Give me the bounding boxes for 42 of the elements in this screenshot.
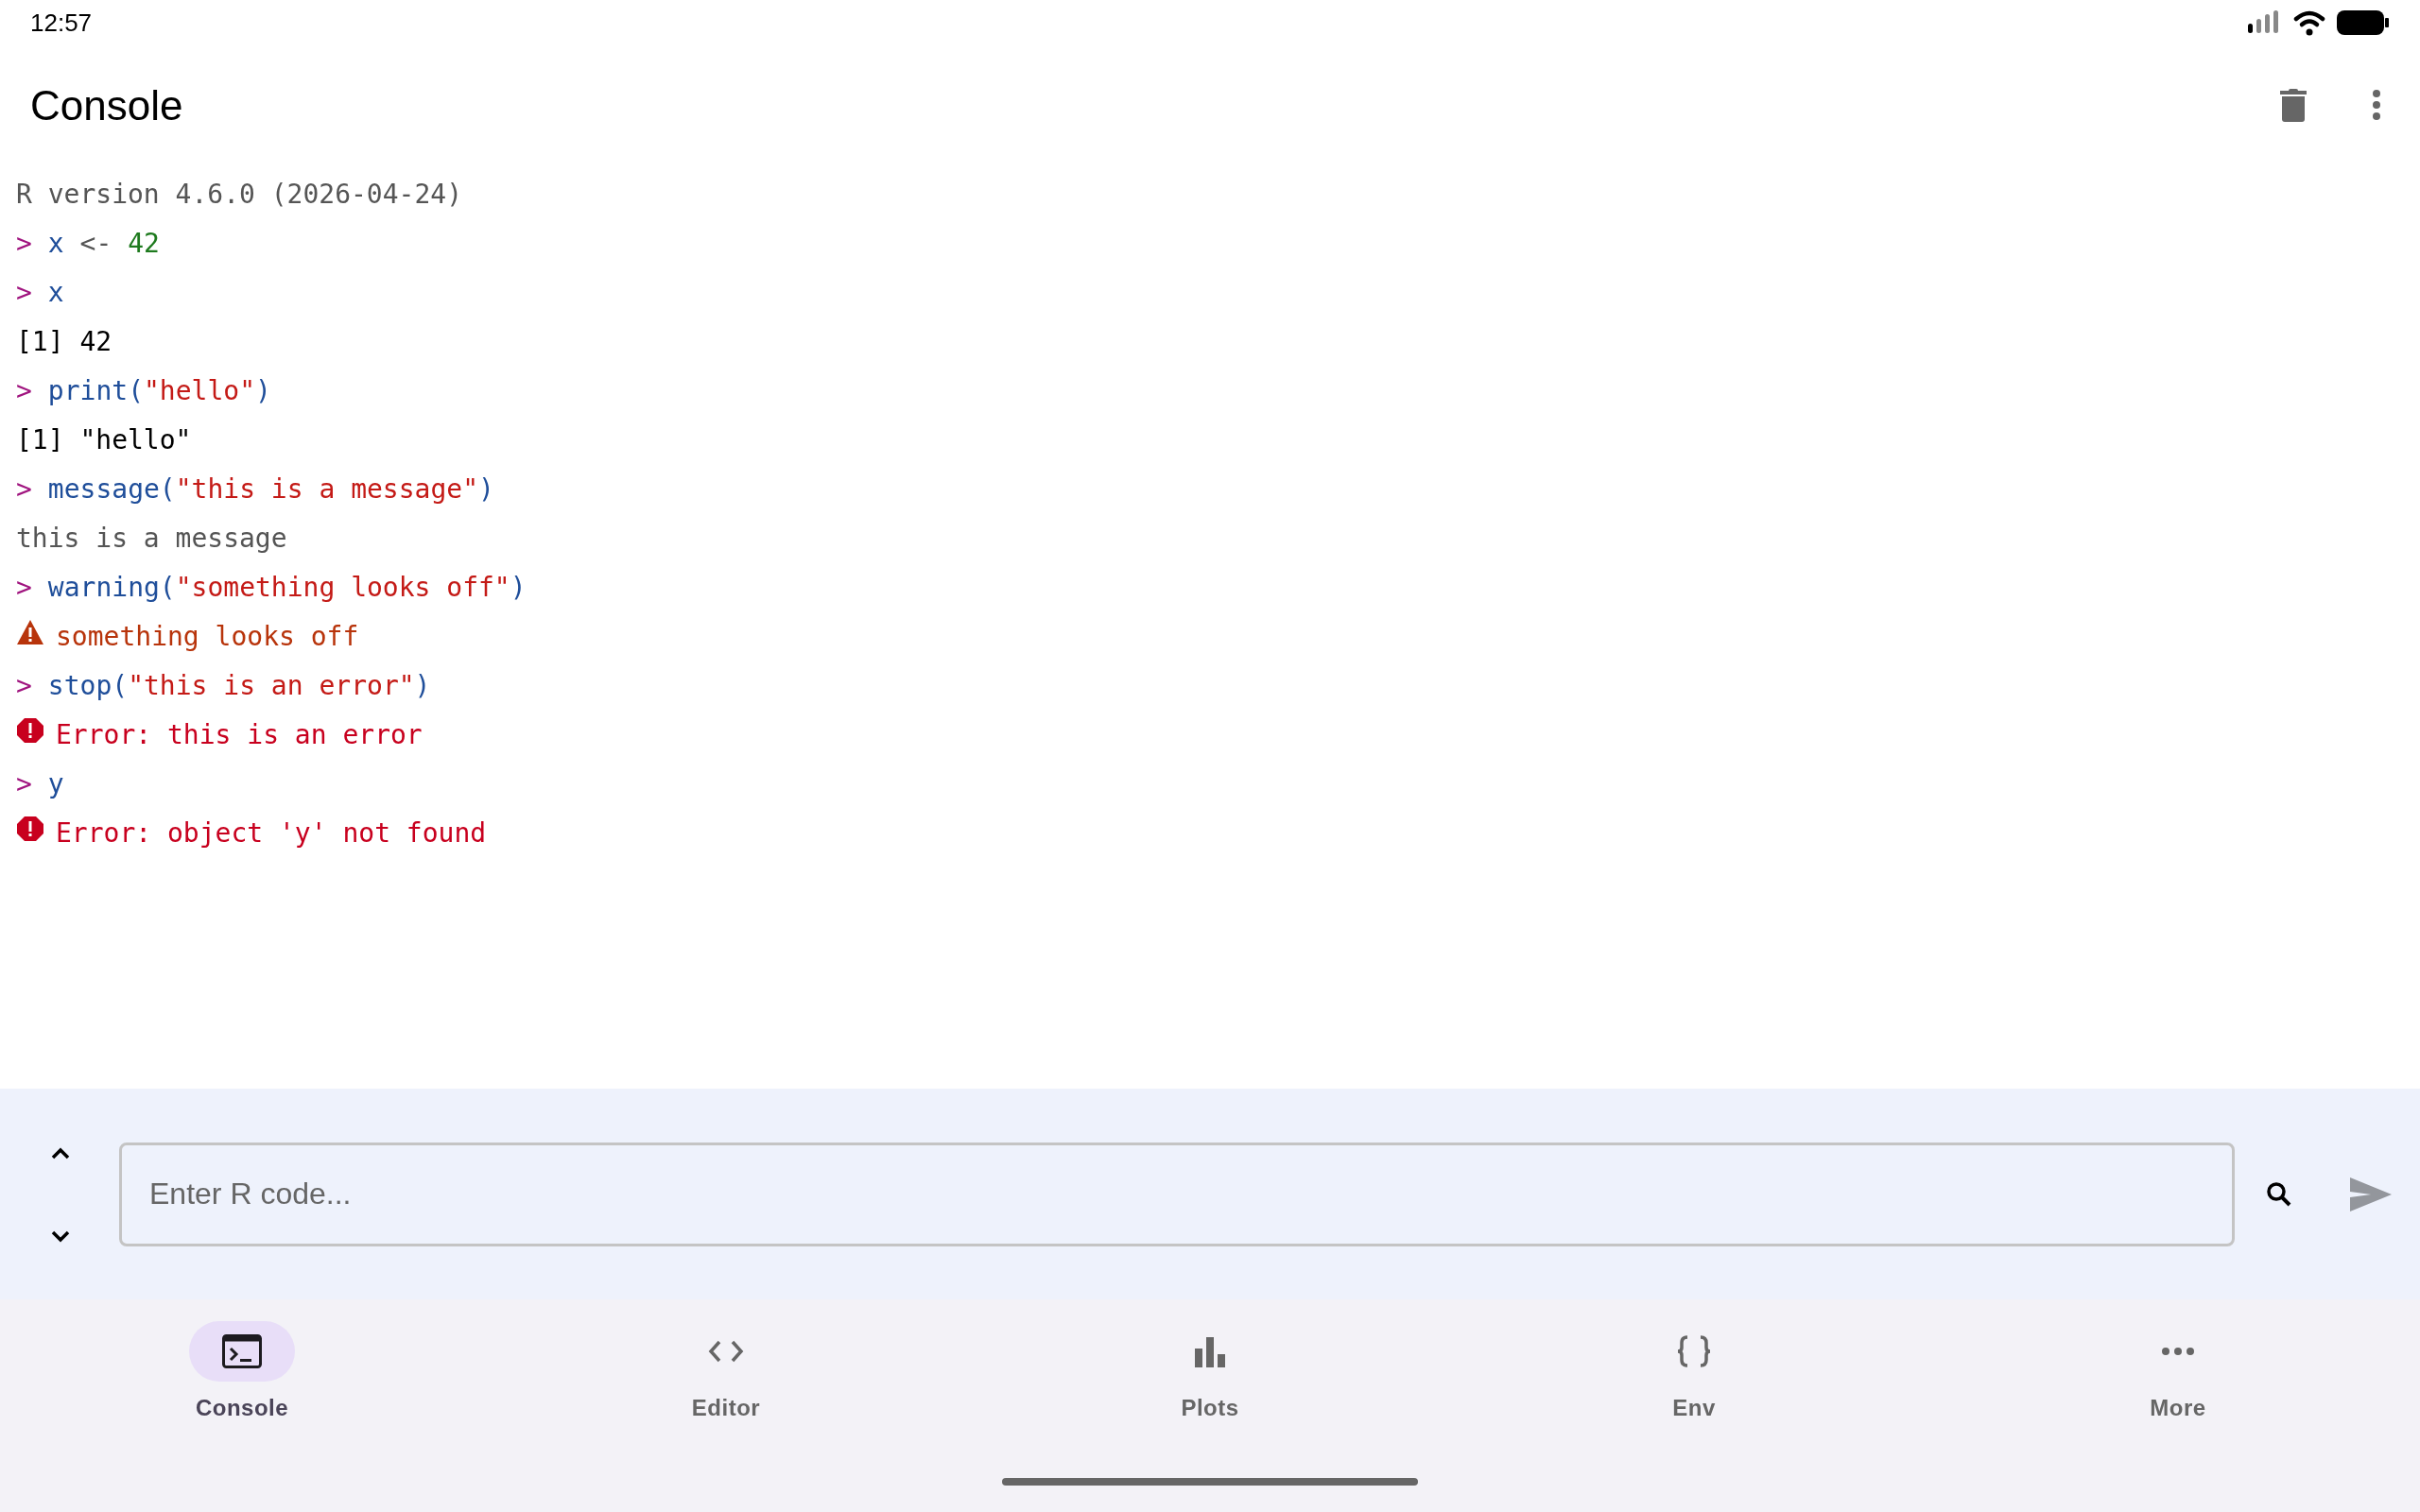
prompt-symbol: > bbox=[16, 374, 32, 408]
error-text: Error: this is an error bbox=[56, 718, 423, 752]
status-time: 12:57 bbox=[30, 7, 93, 39]
code-line: x <- 42 bbox=[47, 227, 160, 261]
send-icon[interactable] bbox=[2350, 1177, 2392, 1211]
code-line: print("hello") bbox=[47, 374, 271, 408]
code-line: stop("this is an error") bbox=[47, 669, 431, 703]
nav-tab[interactable]: More bbox=[1936, 1321, 2420, 1425]
code-line: message("this is a message") bbox=[47, 472, 494, 507]
prompt-symbol: > bbox=[16, 227, 32, 261]
wifi-icon bbox=[2293, 9, 2325, 36]
message-text: this is a message bbox=[16, 522, 287, 556]
nav-tab[interactable]: Console bbox=[0, 1321, 484, 1425]
warning-icon bbox=[16, 619, 44, 645]
prompt-symbol: > bbox=[16, 669, 32, 703]
warning-text: something looks off bbox=[56, 620, 359, 654]
version-text: R version 4.6.0 (2026-04-24) bbox=[16, 178, 462, 212]
nav-tab[interactable]: Plots bbox=[968, 1321, 1452, 1425]
prompt-symbol: > bbox=[16, 767, 32, 801]
curly-braces-icon bbox=[1675, 1334, 1713, 1368]
code-line: y bbox=[47, 767, 64, 801]
code-input-field[interactable]: Enter R code... bbox=[119, 1142, 2235, 1246]
nav-tab[interactable]: Env bbox=[1452, 1321, 1936, 1425]
battery-icon bbox=[2337, 9, 2390, 36]
search-icon[interactable] bbox=[2265, 1179, 2293, 1209]
delete-icon[interactable] bbox=[2280, 89, 2308, 123]
code-line: x bbox=[47, 276, 64, 310]
prompt-symbol: > bbox=[16, 472, 32, 507]
error-icon bbox=[16, 816, 44, 842]
more-options-icon[interactable] bbox=[2371, 89, 2382, 123]
code-line: warning("something looks off") bbox=[47, 571, 527, 605]
app-title: Console bbox=[30, 81, 183, 130]
more-dots-icon bbox=[2161, 1347, 2195, 1356]
error-icon bbox=[16, 717, 44, 744]
prompt-symbol: > bbox=[16, 276, 32, 310]
terminal-icon bbox=[222, 1334, 262, 1368]
nav-tab[interactable]: Editor bbox=[484, 1321, 968, 1425]
output-text: [1] 42 bbox=[16, 325, 112, 359]
bar-chart-icon bbox=[1193, 1335, 1227, 1367]
prompt-symbol: > bbox=[16, 571, 32, 605]
error-text: Error: object 'y' not found bbox=[56, 816, 487, 850]
output-text: [1] "hello" bbox=[16, 423, 192, 457]
